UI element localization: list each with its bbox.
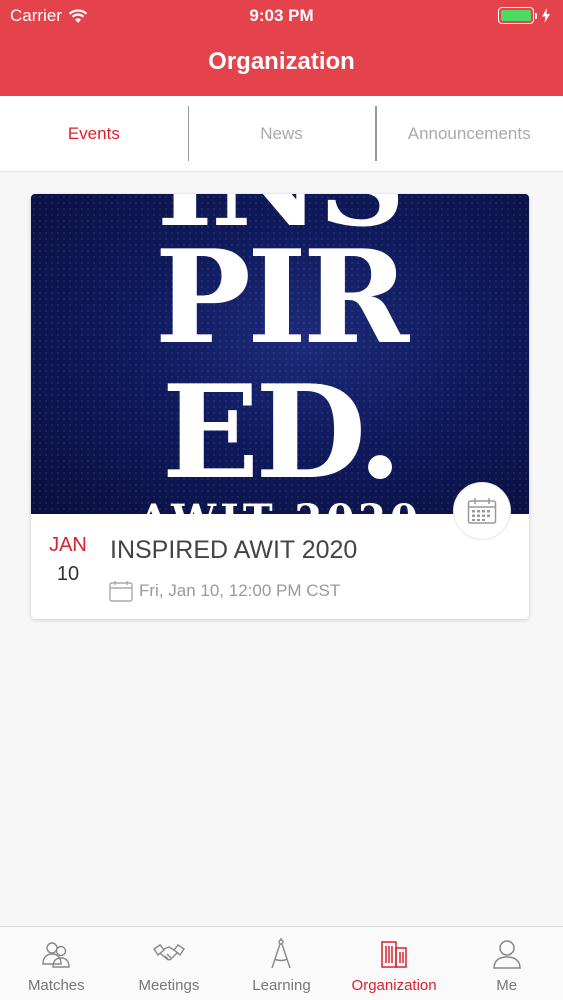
bottom-tab-bar: Matches Meetings Learning Organization M… bbox=[0, 926, 563, 1000]
add-to-calendar-button[interactable] bbox=[453, 482, 511, 540]
tabbar-label-organization: Organization bbox=[351, 977, 437, 994]
charging-bolt-icon bbox=[542, 8, 550, 23]
tabbar-item-organization[interactable]: Organization bbox=[338, 927, 451, 1000]
event-month: JAN bbox=[49, 534, 87, 556]
segment-tabs: Events News Announcements bbox=[0, 96, 563, 172]
tab-news[interactable]: News bbox=[187, 96, 376, 171]
battery-icon bbox=[498, 7, 551, 24]
tabbar-item-matches[interactable]: Matches bbox=[0, 927, 113, 1000]
header-bar: Carrier 9:03 PM Organization bbox=[0, 0, 563, 96]
building-icon bbox=[381, 941, 407, 968]
status-bar: Carrier 9:03 PM bbox=[0, 0, 563, 34]
tabbar-item-learning[interactable]: Learning bbox=[225, 927, 338, 1000]
page-title: Organization bbox=[208, 48, 355, 75]
tabbar-label-meetings: Meetings bbox=[138, 977, 200, 994]
event-image-text-line3: ED. bbox=[161, 358, 403, 508]
tabbar-label-matches: Matches bbox=[27, 977, 85, 994]
tabbar-item-me[interactable]: Me bbox=[450, 927, 563, 1000]
handshake-icon bbox=[152, 944, 185, 961]
event-card[interactable]: INS PIR ED. AWIT 2020 JAN 10 INSPIRED AW… bbox=[31, 194, 529, 619]
event-date-badge: JAN 10 bbox=[45, 534, 91, 586]
event-datetime-row: Fri, Jan 10, 12:00 PM CST bbox=[109, 580, 340, 602]
tabbar-item-meetings[interactable]: Meetings bbox=[113, 927, 226, 1000]
event-image[interactable]: INS PIR ED. AWIT 2020 bbox=[31, 194, 529, 514]
event-day: 10 bbox=[56, 563, 80, 585]
calendar-icon bbox=[109, 581, 133, 602]
tabbar-label-me: Me bbox=[496, 977, 518, 994]
tab-events[interactable]: Events bbox=[0, 96, 188, 171]
matches-icon bbox=[42, 942, 70, 968]
person-icon bbox=[492, 940, 521, 969]
event-datetime: Fri, Jan 10, 12:00 PM CST bbox=[139, 581, 341, 600]
calendar-add-icon bbox=[467, 498, 497, 524]
status-time: 9:03 PM bbox=[249, 6, 314, 25]
compass-icon bbox=[271, 938, 292, 969]
event-title[interactable]: INSPIRED AWIT 2020 bbox=[110, 536, 357, 565]
tabbar-label-learning: Learning bbox=[252, 977, 311, 994]
tab-announcements[interactable]: Announcements bbox=[375, 96, 563, 171]
event-image-text-line2: PIR bbox=[154, 223, 410, 373]
